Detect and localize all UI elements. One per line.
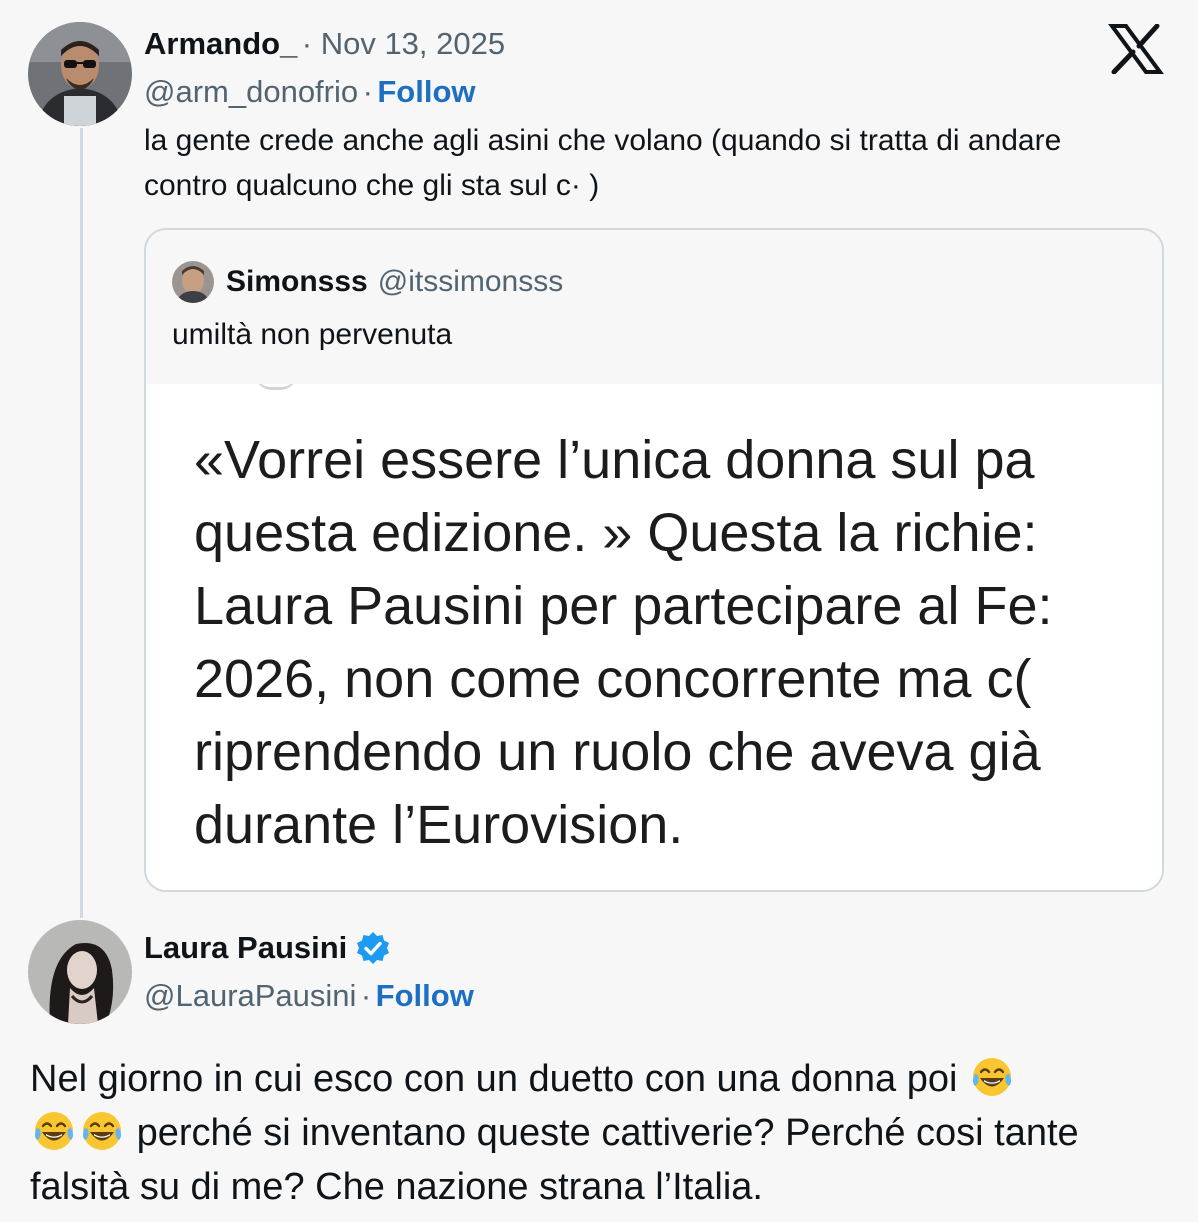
quoted-media-image[interactable]: «Vorrei essere l’unica donna sul pa ques…: [146, 384, 1162, 890]
tweet1-header: Armando_ · Nov 13, 2025: [144, 26, 505, 62]
x-logo-icon[interactable]: [1108, 24, 1164, 74]
quoted-tweet-header: Simonsss @itssimonsss: [172, 260, 563, 304]
tears-of-joy-emoji-icon: [83, 1112, 121, 1150]
tweet2-text-part2: perché si inventano queste cattiverie? P…: [30, 1112, 1079, 1208]
tears-of-joy-emoji-icon: [35, 1112, 73, 1150]
quoted-text: umiltà non pervenuta: [172, 318, 453, 351]
tweet1-text: la gente crede anche agli asini che vola…: [144, 124, 1062, 202]
tweet1-handle[interactable]: @arm_donofrio: [144, 74, 358, 109]
tweet1-handle-row: @arm_donofrio · Follow: [144, 74, 476, 110]
separator-dot: ·: [360, 978, 372, 1013]
separator-dot: ·: [362, 74, 373, 109]
tweet1-display-name[interactable]: Armando_: [144, 26, 297, 61]
tears-of-joy-emoji-icon: [973, 1058, 1011, 1096]
tweet2-handle[interactable]: @LauraPausini: [144, 978, 356, 1013]
media-avatar-edge: [254, 384, 298, 390]
tweet1-follow-button[interactable]: Follow: [377, 74, 475, 109]
avatar-laura-pausini[interactable]: [28, 920, 132, 1024]
quoted-tweet-card[interactable]: Simonsss @itssimonsss umiltà non pervenu…: [144, 228, 1164, 892]
avatar-armando[interactable]: [28, 22, 132, 126]
tweet1-date[interactable]: · Nov 13, 2025: [302, 26, 505, 61]
thread-connector-line: [80, 128, 83, 918]
quoted-media-text: «Vorrei essere l’unica donna sul pa ques…: [194, 430, 1053, 855]
verified-badge-icon: [357, 932, 390, 964]
tweet2-handle-row: @LauraPausini · Follow: [144, 978, 474, 1014]
quoted-display-name[interactable]: Simonsss: [226, 265, 368, 299]
tweet2-text: Nel giorno in cui esco con un duetto con…: [30, 1052, 1170, 1214]
tweet2-follow-button[interactable]: Follow: [376, 978, 474, 1013]
quoted-handle[interactable]: @itssimonsss: [378, 265, 563, 299]
tweet2-text-part1: Nel giorno in cui esco con un duetto con…: [30, 1058, 958, 1100]
tweet2-header: Laura Pausini: [144, 930, 391, 966]
tweet2-display-name[interactable]: Laura Pausini: [144, 930, 347, 966]
avatar-simonsss: [172, 261, 214, 303]
